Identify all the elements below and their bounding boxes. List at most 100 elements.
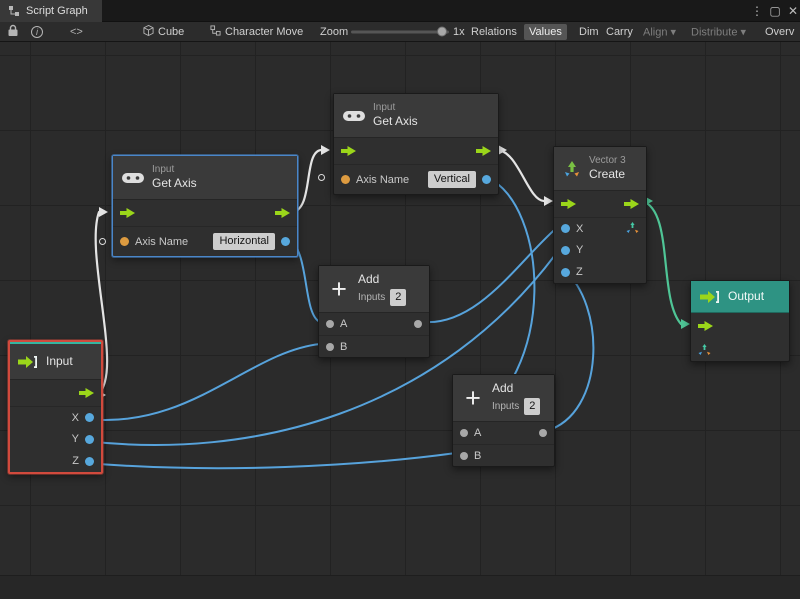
result-port[interactable] <box>482 175 491 184</box>
node-output[interactable]: Output <box>690 280 790 362</box>
axis-name-field[interactable]: Vertical <box>428 171 476 188</box>
flow-out-port[interactable] <box>476 146 491 156</box>
node-get-axis-vertical[interactable]: Input Get Axis Axis Name Vertical <box>333 93 499 195</box>
relations-button[interactable]: Relations <box>466 24 522 40</box>
axis-name-port[interactable] <box>120 237 129 246</box>
tab-title: Script Graph <box>26 5 88 17</box>
input-icon <box>18 356 38 368</box>
window-menu-icon[interactable]: ⋮ <box>748 0 766 22</box>
input-a-port[interactable] <box>460 429 468 437</box>
sum-output-port[interactable] <box>539 429 547 437</box>
input-a-port[interactable] <box>326 320 334 328</box>
flow-in-port[interactable] <box>561 199 576 209</box>
graph-canvas[interactable]: Input Get Axis Axis Name Vertical Input … <box>0 42 800 599</box>
unconnected-port-indicator[interactable] <box>99 238 106 245</box>
flow-arrowhead <box>544 196 553 206</box>
inputs-label: Inputs <box>492 401 519 412</box>
distribute-dropdown[interactable]: Distribute ▾ <box>686 23 751 40</box>
character-move-icon <box>210 25 221 39</box>
plus-icon: + <box>328 277 350 301</box>
close-icon[interactable]: ✕ <box>784 0 800 22</box>
flow-out-port[interactable] <box>624 199 639 209</box>
node-vector3-create[interactable]: Vector 3 Create X Y Z <box>553 146 647 284</box>
port-label: B <box>340 341 347 353</box>
flow-in-port[interactable] <box>698 321 713 331</box>
vector3-output-port[interactable] <box>626 222 639 235</box>
inputs-count-field[interactable]: 2 <box>524 398 540 415</box>
node-input[interactable]: Input X Y Z <box>8 340 103 474</box>
port-label: Y <box>72 433 79 445</box>
overview-button[interactable]: Overv <box>760 24 799 40</box>
graph-toolbar: i <> Cube Character Move Zoom 1x Relatio… <box>0 22 800 42</box>
flow-out-port[interactable] <box>275 208 290 218</box>
input-b-port[interactable] <box>460 452 468 460</box>
flow-arrowhead <box>321 145 330 155</box>
code-icon[interactable]: <> <box>70 26 83 38</box>
node-title: Get Axis <box>152 176 197 191</box>
port-label: X <box>576 223 583 235</box>
zoom-label: Zoom <box>320 26 348 38</box>
tab-script-graph[interactable]: Script Graph <box>0 0 102 22</box>
z-output-port[interactable] <box>85 457 94 466</box>
cube-icon <box>143 24 154 39</box>
node-add-1[interactable]: + Add Inputs 2 A B <box>318 265 430 358</box>
x-output-port[interactable] <box>85 413 94 422</box>
script-graph-icon <box>8 5 20 17</box>
carry-button[interactable]: Carry <box>601 24 638 40</box>
vector3-input-port[interactable] <box>698 344 711 357</box>
lock-icon[interactable] <box>8 24 18 39</box>
node-title: Create <box>589 167 626 182</box>
vector3-icon <box>563 160 581 178</box>
input-b-port[interactable] <box>326 343 334 351</box>
node-get-axis-horizontal[interactable]: Input Get Axis Axis Name Horizontal <box>112 155 298 257</box>
chevron-down-icon: ▾ <box>671 26 677 38</box>
axis-name-field[interactable]: Horizontal <box>213 233 275 250</box>
node-title: Add <box>492 381 540 396</box>
node-category: Vector 3 <box>589 155 626 167</box>
wire-input-x-to-add1-b[interactable] <box>86 344 320 420</box>
y-input-port[interactable] <box>561 246 570 255</box>
gamepad-icon <box>343 110 365 122</box>
result-port[interactable] <box>281 237 290 246</box>
axis-name-port[interactable] <box>341 175 350 184</box>
flow-in-port[interactable] <box>341 146 356 156</box>
port-label: Z <box>576 266 583 278</box>
dim-button[interactable]: Dim <box>574 24 604 40</box>
zoom-slider[interactable] <box>351 30 449 33</box>
unconnected-port-indicator[interactable] <box>318 174 325 181</box>
gamepad-icon <box>122 172 144 184</box>
flow-in-port[interactable] <box>120 208 135 218</box>
wire-vector3-to-output[interactable] <box>642 201 681 324</box>
node-title: Input <box>46 354 73 369</box>
zoom-slider-knob[interactable] <box>437 27 447 37</box>
values-button[interactable]: Values <box>524 24 567 40</box>
param-label: Axis Name <box>135 236 188 248</box>
node-title: Get Axis <box>373 114 418 129</box>
flow-arrowhead <box>681 319 690 329</box>
inputs-count-field[interactable]: 2 <box>390 289 406 306</box>
flow-arrowhead <box>99 207 108 217</box>
param-label: Axis Name <box>356 174 409 186</box>
z-input-port[interactable] <box>561 268 570 277</box>
info-icon[interactable]: i <box>31 26 43 38</box>
character-move-breadcrumb[interactable]: Character Move <box>225 26 303 38</box>
output-icon <box>700 291 720 303</box>
flow-out-port[interactable] <box>79 388 94 398</box>
sum-output-port[interactable] <box>414 320 422 328</box>
node-title: Add <box>358 272 406 287</box>
maximize-icon[interactable]: ▢ <box>766 0 784 22</box>
node-category: Input <box>152 164 197 176</box>
port-label: A <box>340 318 347 330</box>
window-tab-bar: Script Graph ⋮ ▢ ✕ <box>0 0 800 22</box>
chevron-down-icon: ▾ <box>741 26 747 38</box>
y-output-port[interactable] <box>85 435 94 444</box>
node-add-2[interactable]: + Add Inputs 2 A B <box>452 374 555 467</box>
align-dropdown[interactable]: Align ▾ <box>638 23 681 40</box>
cube-breadcrumb[interactable]: Cube <box>158 26 184 38</box>
port-label: B <box>474 450 481 462</box>
x-input-port[interactable] <box>561 224 570 233</box>
zoom-value: 1x <box>453 26 465 38</box>
wire-input-z-to-add2-b[interactable] <box>86 453 456 468</box>
wire-getaxis-v-to-vector3[interactable] <box>497 150 544 201</box>
inputs-label: Inputs <box>358 292 385 303</box>
